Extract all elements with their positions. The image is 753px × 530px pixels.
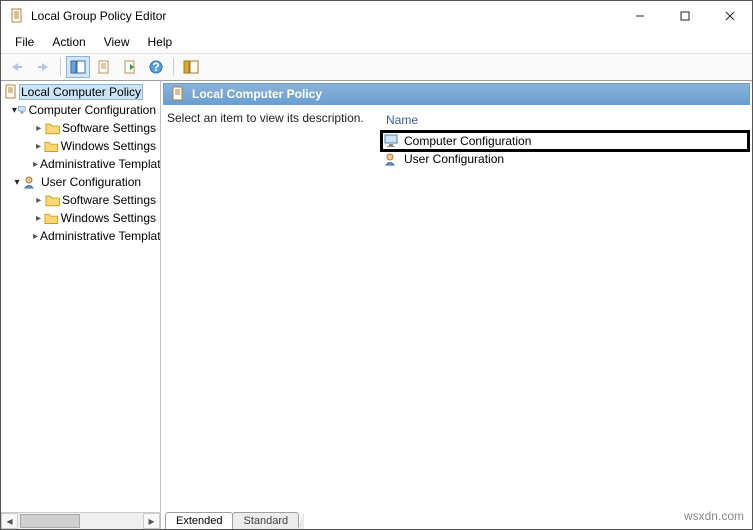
tree-label: Software Settings (60, 192, 158, 208)
tree-label: Software Settings (60, 120, 158, 136)
caret-right-icon[interactable]: ▸ (33, 195, 45, 206)
folder-icon (45, 121, 60, 135)
tree-label: Computer Configuration (27, 102, 158, 118)
user-icon (384, 152, 400, 166)
nav-forward-button[interactable] (31, 56, 55, 78)
scroll-track[interactable] (18, 513, 143, 529)
maximize-button[interactable] (662, 1, 707, 31)
tree-root[interactable]: Local Computer Policy (1, 83, 160, 101)
folder-icon (44, 211, 59, 225)
svg-text:?: ? (152, 60, 159, 74)
properties-icon (97, 60, 111, 74)
tree-cc-software[interactable]: ▸ Software Settings (1, 119, 160, 137)
tree-label: User Configuration (39, 174, 143, 190)
policy-icon (3, 84, 19, 100)
window-controls (617, 1, 752, 31)
scroll-thumb[interactable] (20, 514, 80, 528)
caret-right-icon[interactable]: ▸ (33, 141, 44, 152)
export-icon (123, 60, 137, 74)
show-tree-icon (70, 60, 86, 74)
arrow-right-icon (35, 61, 51, 73)
tree-label: Windows Settings (59, 138, 158, 154)
tree-label: Administrative Templates (38, 228, 160, 244)
window-title: Local Group Policy Editor (31, 9, 166, 23)
nav-back-button[interactable] (5, 56, 29, 78)
menu-help[interactable]: Help (140, 33, 181, 51)
toolbar-separator (173, 58, 174, 76)
tab-standard[interactable]: Standard (232, 512, 299, 529)
tree-user-config[interactable]: ▾ User Configuration (1, 173, 160, 191)
computer-icon (18, 103, 27, 117)
minimize-icon (635, 11, 645, 21)
caret-right-icon[interactable]: ▸ (33, 213, 44, 224)
minimize-button[interactable] (617, 1, 662, 31)
show-tree-button[interactable] (66, 56, 90, 78)
user-icon (23, 175, 39, 189)
app-icon (9, 8, 25, 24)
tab-extended[interactable]: Extended (165, 512, 233, 529)
tree-view[interactable]: Local Computer Policy ▾ Computer Configu… (1, 81, 160, 512)
properties-button[interactable] (92, 56, 116, 78)
tree-uc-admin[interactable]: ▸ Administrative Templates (1, 227, 160, 245)
list-item-label: Computer Configuration (404, 134, 531, 148)
toolbar: ? (1, 53, 752, 81)
tree-root-label: Local Computer Policy (19, 84, 143, 100)
arrow-left-icon (9, 61, 25, 73)
detail-body: Select an item to view its description. … (161, 105, 752, 508)
menubar: File Action View Help (1, 31, 752, 53)
help-button[interactable]: ? (144, 56, 168, 78)
tree-uc-software[interactable]: ▸ Software Settings (1, 191, 160, 209)
tree-cc-admin[interactable]: ▸ Administrative Templates (1, 155, 160, 173)
menu-view[interactable]: View (96, 33, 138, 51)
description-text: Select an item to view its description. (167, 111, 364, 125)
folder-icon (45, 193, 60, 207)
tree-pane: Local Computer Policy ▾ Computer Configu… (1, 81, 161, 529)
export-button[interactable] (118, 56, 142, 78)
tree-cc-windows[interactable]: ▸ Windows Settings (1, 137, 160, 155)
help-icon: ? (149, 60, 163, 74)
maximize-icon (680, 11, 690, 21)
tree-computer-config[interactable]: ▾ Computer Configuration (1, 101, 160, 119)
scroll-left-icon[interactable]: ◂ (1, 513, 18, 529)
detail-pane: Local Computer Policy Select an item to … (161, 81, 752, 529)
tree-hscrollbar[interactable]: ◂ ▸ (1, 512, 160, 529)
menu-file[interactable]: File (7, 33, 42, 51)
tree-uc-windows[interactable]: ▸ Windows Settings (1, 209, 160, 227)
close-button[interactable] (707, 1, 752, 31)
caret-down-icon[interactable]: ▾ (11, 177, 23, 188)
filter-button[interactable] (179, 56, 203, 78)
description-column: Select an item to view its description. (167, 111, 372, 508)
menu-action[interactable]: Action (44, 33, 93, 51)
list-column: Name Computer Configuration User Configu… (382, 111, 748, 508)
list-item-label: User Configuration (404, 152, 504, 166)
filter-icon (183, 60, 199, 74)
scroll-right-icon[interactable]: ▸ (143, 513, 160, 529)
detail-title: Local Computer Policy (192, 87, 322, 101)
body-area: Local Computer Policy ▾ Computer Configu… (1, 81, 752, 529)
close-icon (725, 11, 735, 21)
list-header-name[interactable]: Name (382, 111, 748, 132)
policy-icon (170, 86, 186, 102)
tree-label: Windows Settings (59, 210, 158, 226)
detail-tabs: Extended Standard (161, 508, 752, 529)
watermark: wsxdn.com (684, 509, 744, 523)
detail-header: Local Computer Policy (163, 83, 750, 105)
tree-label: Administrative Templates (38, 156, 160, 172)
folder-icon (44, 139, 59, 153)
computer-icon (384, 134, 400, 148)
list-item-user-config[interactable]: User Configuration (382, 150, 748, 168)
caret-right-icon[interactable]: ▸ (33, 123, 45, 134)
app-window: Local Group Policy Editor File Action Vi… (0, 0, 753, 530)
list-item-computer-config[interactable]: Computer Configuration (382, 132, 748, 150)
titlebar: Local Group Policy Editor (1, 1, 752, 31)
toolbar-separator (60, 58, 61, 76)
caret-down-icon[interactable]: ▾ (11, 105, 18, 116)
